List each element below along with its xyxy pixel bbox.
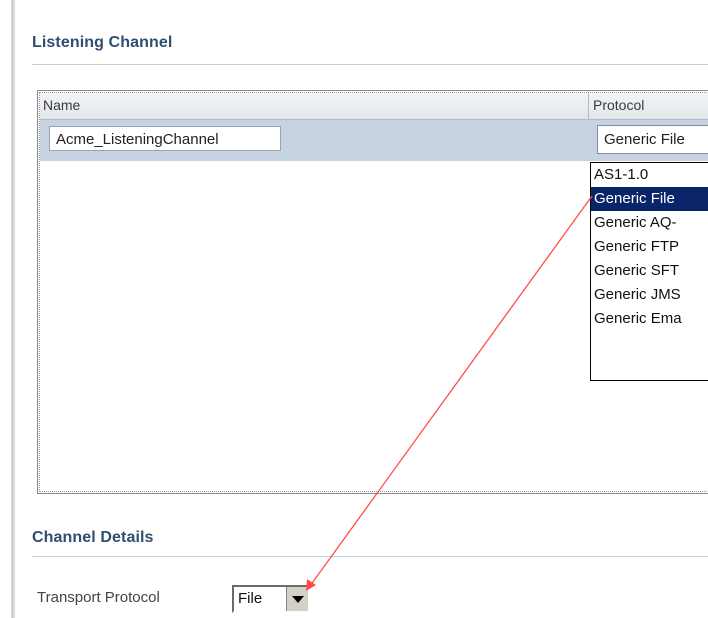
protocol-option[interactable]: AS1-1.0	[591, 163, 708, 187]
protocol-dropdown-list[interactable]: AS1-1.0 Generic File Generic AQ- Generic…	[590, 162, 708, 381]
protocol-option[interactable]: Generic AQ-	[591, 211, 708, 235]
protocol-option[interactable]: Generic JMS	[591, 283, 708, 307]
protocol-option[interactable]: Generic FTP	[591, 235, 708, 259]
table-header-row: Name Protocol	[40, 93, 708, 120]
column-separator[interactable]	[588, 93, 589, 119]
protocol-select[interactable]: Generic File	[597, 125, 708, 154]
channel-details-divider	[32, 556, 708, 557]
transport-protocol-select[interactable]: File	[232, 585, 310, 613]
protocol-option[interactable]: Generic SFT	[591, 259, 708, 283]
listening-channel-divider	[32, 64, 708, 65]
page-left-rule	[11, 0, 15, 618]
channel-name-input[interactable]: Acme_ListeningChannel	[49, 126, 281, 151]
listening-channel-heading: Listening Channel	[32, 34, 173, 51]
transport-protocol-value: File	[238, 590, 263, 607]
protocol-option[interactable]: Generic Ema	[591, 307, 708, 331]
chevron-down-icon[interactable]	[286, 587, 308, 611]
column-header-name[interactable]: Name	[43, 97, 80, 113]
table-row[interactable]: Acme_ListeningChannel Generic File	[40, 120, 708, 161]
protocol-option-selected[interactable]: Generic File	[591, 187, 708, 211]
channel-details-heading: Channel Details	[32, 529, 154, 546]
transport-protocol-label: Transport Protocol	[37, 589, 160, 606]
column-header-protocol[interactable]: Protocol	[593, 97, 644, 113]
